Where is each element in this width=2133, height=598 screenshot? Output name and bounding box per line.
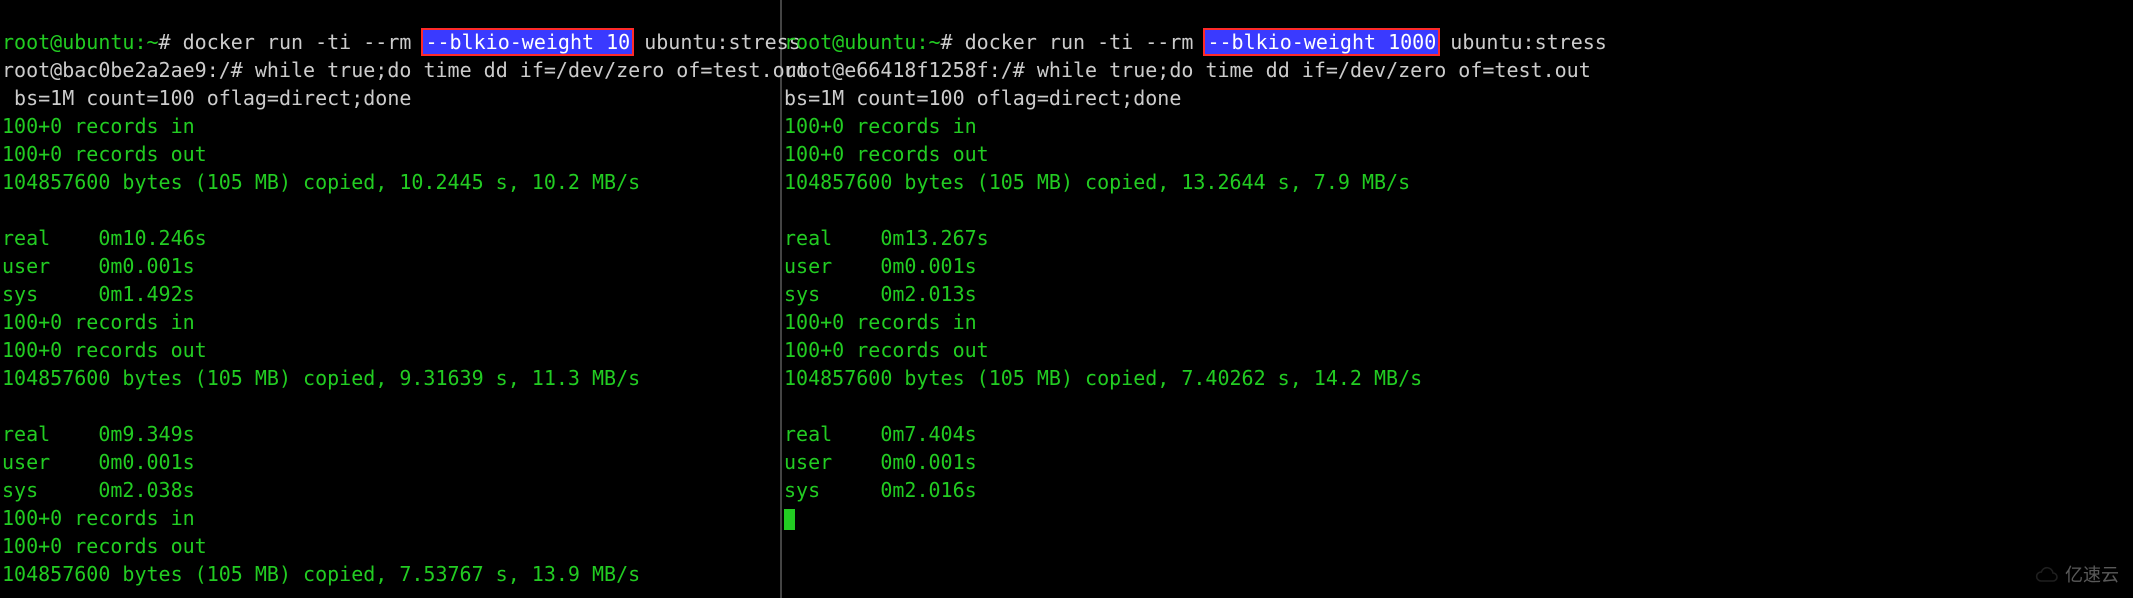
terminal-split: root@ubuntu:~# docker run -ti --rm --blk… bbox=[0, 0, 2133, 598]
time-real: real 0m9.349s bbox=[2, 422, 195, 446]
records-in: 100+0 records in bbox=[784, 114, 977, 138]
records-in: 100+0 records in bbox=[2, 114, 195, 138]
records-out: 100+0 records out bbox=[784, 142, 989, 166]
records-in: 100+0 records in bbox=[784, 310, 977, 334]
time-user: user 0m0.001s bbox=[2, 254, 195, 278]
copied-line: 104857600 bytes (105 MB) copied, 7.53767… bbox=[2, 562, 640, 586]
time-real: real 0m7.404s bbox=[784, 422, 977, 446]
terminal-right[interactable]: root@ubuntu:~# docker run -ti --rm --blk… bbox=[782, 0, 2133, 598]
time-user: user 0m0.001s bbox=[784, 450, 977, 474]
copied-line: 104857600 bytes (105 MB) copied, 10.2445… bbox=[2, 170, 640, 194]
docker-cmd-pre: docker run -ti --rm bbox=[183, 30, 424, 54]
blkio-flag-highlight: --blkio-weight 1000 bbox=[1205, 30, 1438, 54]
docker-cmd-pre: docker run -ti --rm bbox=[965, 30, 1206, 54]
terminal-left[interactable]: root@ubuntu:~# docker run -ti --rm --blk… bbox=[0, 0, 782, 598]
records-out: 100+0 records out bbox=[2, 338, 207, 362]
time-sys: sys 0m1.492s bbox=[2, 282, 195, 306]
time-sys: sys 0m2.016s bbox=[784, 478, 977, 502]
records-in: 100+0 records in bbox=[2, 506, 195, 530]
time-real: real 0m13.267s bbox=[784, 226, 989, 250]
time-user: user 0m0.001s bbox=[784, 254, 977, 278]
cursor bbox=[784, 509, 795, 530]
inner-prompt: root@bac0be2a2ae9:/# bbox=[2, 58, 255, 82]
records-out: 100+0 records out bbox=[2, 534, 207, 558]
time-real: real 0m10.246s bbox=[2, 226, 207, 250]
time-sys: sys 0m2.038s bbox=[2, 478, 195, 502]
copied-line: 104857600 bytes (105 MB) copied, 9.31639… bbox=[2, 366, 640, 390]
docker-cmd-post: ubuntu:stress bbox=[1438, 30, 1607, 54]
prompt-host: root@ubuntu bbox=[784, 30, 916, 54]
time-user: user 0m0.001s bbox=[2, 450, 195, 474]
records-out: 100+0 records out bbox=[784, 338, 989, 362]
docker-cmd-post: ubuntu:stress bbox=[632, 30, 801, 54]
prompt-path: ~ bbox=[147, 30, 159, 54]
records-out: 100+0 records out bbox=[2, 142, 207, 166]
copied-line: 104857600 bytes (105 MB) copied, 13.2644… bbox=[784, 170, 1410, 194]
inner-prompt: root@e66418f1258f:/# bbox=[784, 58, 1037, 82]
prompt-path: ~ bbox=[929, 30, 941, 54]
prompt-host: root@ubuntu bbox=[2, 30, 134, 54]
time-sys: sys 0m2.013s bbox=[784, 282, 977, 306]
blkio-flag-highlight: --blkio-weight 10 bbox=[423, 30, 632, 54]
copied-line: 104857600 bytes (105 MB) copied, 7.40262… bbox=[784, 366, 1422, 390]
records-in: 100+0 records in bbox=[2, 310, 195, 334]
